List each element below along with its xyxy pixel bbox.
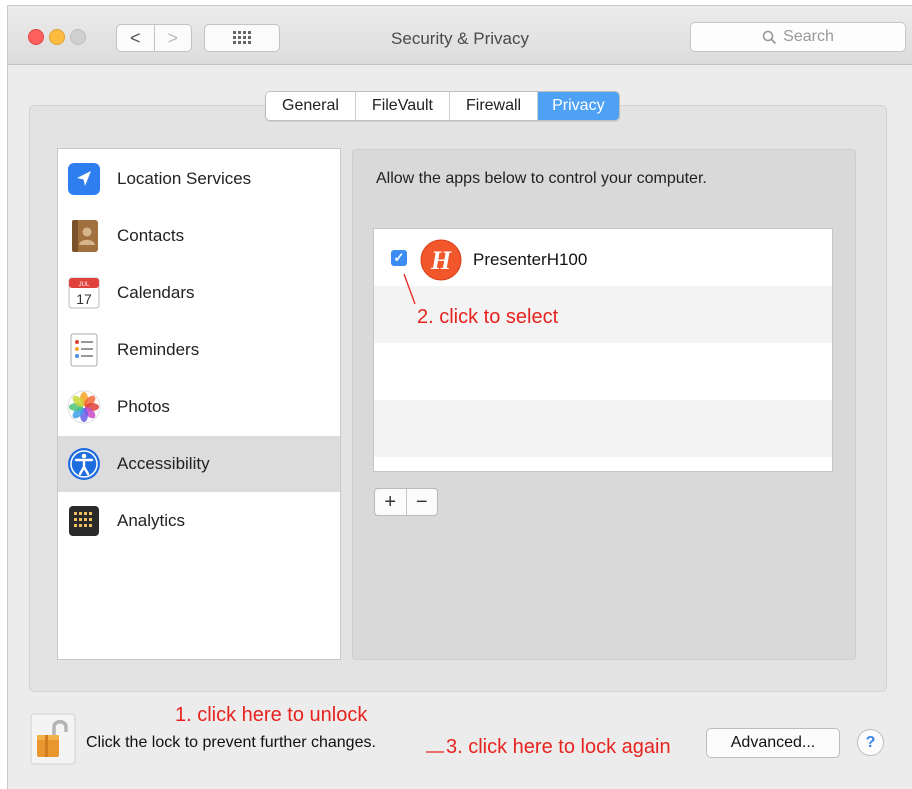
tab-bar: General FileVault Firewall Privacy [265,91,620,121]
accessibility-person-icon [68,448,100,480]
list-item[interactable]: ✓ H PresenterH100 [374,229,832,286]
sidebar-item-contacts[interactable]: Contacts [58,208,340,264]
annotation-step-1: 1. click here to unlock [175,704,368,726]
annotation-step-2: 2. click to select [417,306,559,328]
location-arrow-icon [68,163,100,195]
contacts-book-icon [72,220,98,252]
analytics-grid-icon [69,506,99,536]
calendar-day-label: 17 [76,291,92,307]
search-field[interactable]: Search [690,22,906,52]
sidebar-item-label: Calendars [117,283,195,302]
sidebar-item-label: Analytics [117,511,186,530]
lock-icon[interactable] [30,713,76,765]
app-icon-letter: H [430,246,452,275]
sidebar-item-label: Photos [117,397,170,416]
sidebar-item-calendars[interactable]: JUL 17 Calendars [58,265,340,321]
title-bar: < > Security & Privacy Search [8,6,912,65]
sidebar-item-label: Accessibility [117,454,210,473]
search-icon [762,30,777,44]
reminders-list-icon [70,333,98,367]
tab-firewall[interactable]: Firewall [449,92,539,120]
lock-status-text: Click the lock to prevent further change… [86,734,376,751]
tab-general[interactable]: General [266,92,356,120]
annotation-step-3: 3. click here to lock again [446,736,671,758]
app-checkbox[interactable]: ✓ [391,250,407,266]
photos-flower-icon [67,390,101,424]
presenter-app-icon: H [420,239,462,281]
advanced-button[interactable]: Advanced... [706,728,840,758]
help-button[interactable]: ? [857,729,884,756]
description-text: Allow the apps below to control your com… [376,170,707,187]
annotation-pointer-line [426,751,444,753]
sidebar-item-label: Reminders [117,340,200,359]
sidebar-item-location-services[interactable]: Location Services [58,151,340,207]
tab-privacy[interactable]: Privacy [538,92,619,120]
search-placeholder: Search [783,28,834,45]
add-app-button[interactable]: + [375,489,407,515]
sidebar-item-label: Contacts [117,226,185,245]
app-name: PresenterH100 [473,250,588,269]
sidebar-item-accessibility[interactable]: Accessibility [58,436,340,492]
annotation-pointer-line [403,273,416,305]
tab-filevault[interactable]: FileVault [355,92,450,120]
sidebar-item-photos[interactable]: Photos [58,379,340,435]
calendar-month-label: JUL [79,282,90,288]
privacy-category-list: Location Services Contacts JUL 17 Calend… [57,148,341,660]
app-list: ✓ H PresenterH100 [373,228,833,472]
add-remove-buttons: + − [374,488,438,516]
sidebar-item-analytics[interactable]: Analytics [58,493,340,549]
sidebar-item-label: Location Services [117,169,252,188]
list-item [374,400,832,457]
list-item [374,343,832,400]
calendar-icon: JUL 17 [68,277,100,309]
remove-app-button[interactable]: − [407,489,438,515]
sidebar-item-reminders[interactable]: Reminders [58,322,340,378]
